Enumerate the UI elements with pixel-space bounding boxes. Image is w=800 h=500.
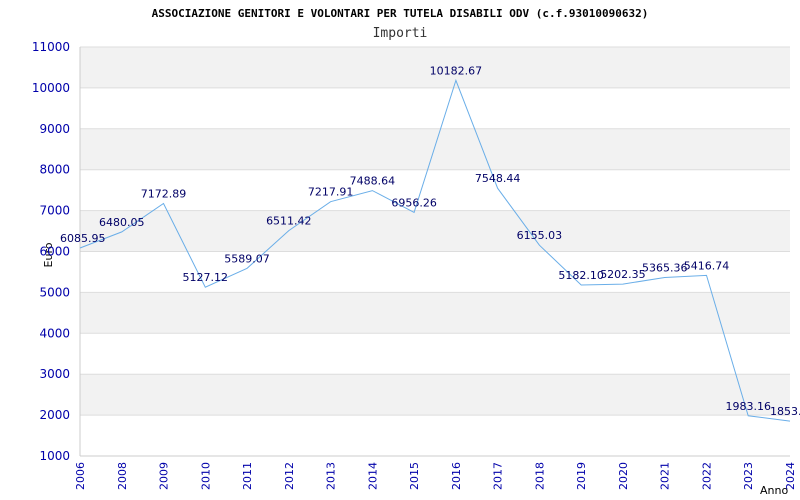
x-tick-label: 2011 bbox=[241, 462, 254, 490]
data-label: 5589.07 bbox=[224, 252, 270, 265]
x-tick-label: 2013 bbox=[325, 462, 338, 490]
x-tick-label: 2006 bbox=[74, 462, 87, 490]
y-tick-label: 10000 bbox=[32, 81, 70, 95]
y-tick-labels: 1000 2000 3000 4000 5000 6000 7000 8000 9000 1000… bbox=[32, 40, 70, 463]
data-label: 5365.36 bbox=[642, 261, 688, 274]
y-tick-label: 3000 bbox=[39, 367, 70, 381]
y-tick-label: 4000 bbox=[39, 326, 70, 340]
data-label: 6155.03 bbox=[517, 229, 563, 242]
data-label: 5127.12 bbox=[183, 271, 229, 284]
x-tick-label: 2020 bbox=[617, 462, 630, 490]
plot-band bbox=[80, 210, 790, 252]
x-tick-label: 2010 bbox=[199, 462, 212, 490]
y-tick-label: 5000 bbox=[39, 285, 70, 299]
data-label: 7488.64 bbox=[350, 175, 396, 188]
data-label: 6956.26 bbox=[391, 196, 437, 209]
y-tick-label: 2000 bbox=[39, 408, 70, 422]
x-tick-label: 2016 bbox=[450, 462, 463, 490]
x-tick-label: 2018 bbox=[533, 462, 546, 490]
data-label: 1853.7 bbox=[770, 405, 800, 418]
data-label: 5182.10 bbox=[558, 269, 604, 282]
plot-band bbox=[80, 128, 790, 170]
data-label: 10182.67 bbox=[430, 64, 483, 77]
x-tick-label: 2023 bbox=[742, 462, 755, 490]
y-tick-label: 1000 bbox=[39, 449, 70, 463]
data-label: 5202.35 bbox=[600, 268, 646, 281]
data-label: 6511.42 bbox=[266, 215, 312, 228]
plot-bands bbox=[80, 47, 790, 416]
y-tick-label: 9000 bbox=[39, 122, 70, 136]
line-chart: ASSOCIAZIONE GENITORI E VOLONTARI PER TU… bbox=[32, 7, 800, 497]
y-tick-label: 11000 bbox=[32, 40, 70, 54]
x-tick-label: 2008 bbox=[116, 462, 129, 490]
x-tick-label: 2022 bbox=[700, 462, 713, 490]
y-tick-label: 8000 bbox=[39, 163, 70, 177]
y-tick-label: 7000 bbox=[39, 204, 70, 218]
plot-band bbox=[80, 292, 790, 334]
x-tick-label: 2024 bbox=[784, 462, 797, 490]
data-label: 7172.89 bbox=[141, 188, 187, 201]
x-tick-label: 2015 bbox=[408, 462, 421, 490]
x-tick-label: 2017 bbox=[492, 462, 505, 490]
data-label: 1983.16 bbox=[725, 400, 771, 413]
y-tick-label: 6000 bbox=[39, 245, 70, 259]
x-tick-label: 2014 bbox=[366, 462, 379, 490]
data-label: 5416.74 bbox=[684, 259, 730, 272]
data-label: 6085.95 bbox=[60, 232, 106, 245]
x-tick-label: 2012 bbox=[283, 462, 296, 490]
x-tick-label: 2009 bbox=[158, 462, 171, 490]
data-label: 6480.05 bbox=[99, 216, 145, 229]
data-label: 7217.91 bbox=[308, 186, 354, 199]
x-tick-label: 2021 bbox=[659, 462, 672, 490]
chart-title: ASSOCIAZIONE GENITORI E VOLONTARI PER TU… bbox=[152, 7, 649, 20]
x-tick-label: 2019 bbox=[575, 462, 588, 490]
plot-band bbox=[80, 374, 790, 416]
data-label: 7548.44 bbox=[475, 172, 521, 185]
x-tick-labels: 2006 2008 2009 2010 2011 2012 2013 2014 2015 2016… bbox=[74, 462, 797, 490]
chart-subtitle: Importi bbox=[373, 26, 428, 41]
